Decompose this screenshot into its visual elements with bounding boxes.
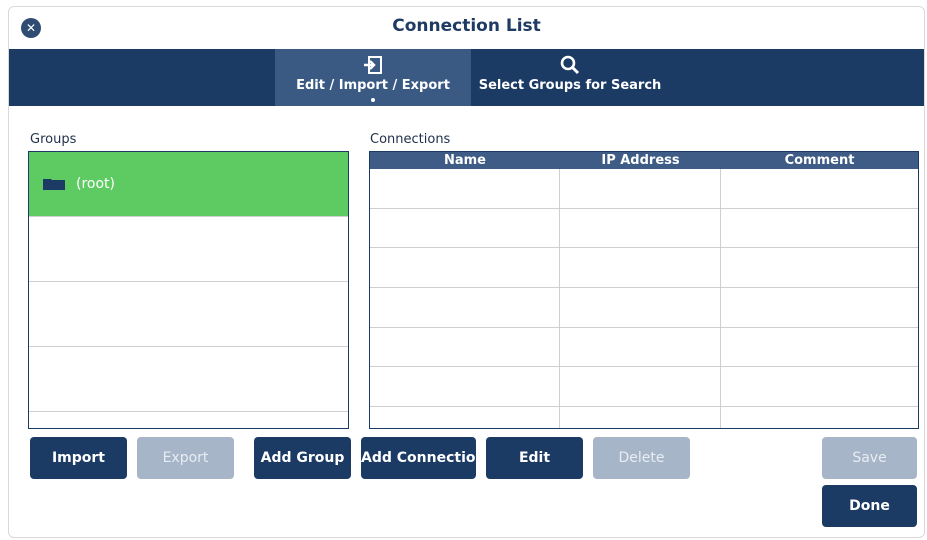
group-row[interactable]: [29, 347, 348, 412]
table-cell: [370, 327, 560, 367]
connections-label: Connections: [370, 132, 451, 147]
table-cell: [560, 367, 721, 407]
export-button[interactable]: Export: [137, 437, 234, 479]
connections-table[interactable]: Name IP Address Comment: [369, 151, 919, 429]
table-cell: [370, 208, 560, 248]
search-icon: [560, 55, 580, 75]
column-header-name[interactable]: Name: [370, 152, 560, 169]
table-cell: [560, 248, 721, 288]
table-cell: [721, 328, 918, 367]
table-cell: [721, 288, 918, 327]
table-cell: [560, 327, 721, 367]
table-cell: [560, 208, 721, 248]
table-cell: [370, 407, 560, 428]
table-cell: [370, 288, 560, 327]
table-cell: [560, 288, 721, 327]
table-header: Name IP Address Comment: [370, 152, 918, 169]
save-button[interactable]: Save: [822, 437, 917, 479]
table-cell: [370, 248, 560, 288]
done-button[interactable]: Done: [822, 485, 917, 527]
table-row[interactable]: [370, 248, 918, 289]
table-cell: [721, 248, 918, 287]
table-row[interactable]: [370, 327, 918, 368]
add-connection-button[interactable]: Add Connection: [361, 437, 485, 479]
table-cell: [560, 407, 721, 428]
groups-list[interactable]: (root): [28, 151, 349, 429]
delete-button[interactable]: Delete: [593, 437, 690, 479]
title-bar: ✕ Connection List: [9, 7, 924, 49]
table-cell: [721, 169, 918, 208]
table-row[interactable]: [370, 367, 918, 408]
table-cell: [370, 367, 560, 407]
folder-icon: [43, 179, 65, 190]
column-header-ip-address[interactable]: IP Address: [560, 152, 721, 169]
group-row[interactable]: [29, 217, 348, 282]
table-row[interactable]: [370, 208, 918, 249]
table-row[interactable]: [370, 407, 918, 428]
tab-select-groups-label: Select Groups for Search: [478, 78, 662, 93]
active-tab-indicator: [371, 98, 375, 102]
import-export-icon: [364, 56, 382, 74]
import-button[interactable]: Import: [30, 437, 127, 479]
column-header-comment[interactable]: Comment: [721, 152, 918, 169]
groups-label: Groups: [30, 132, 77, 147]
table-cell: [721, 407, 918, 428]
table-cell: [721, 367, 918, 406]
toolbar: Edit / Import / Export Select Groups for…: [9, 49, 924, 106]
window-title: Connection List: [392, 16, 541, 36]
table-cell: [721, 209, 918, 248]
tab-edit-import-export[interactable]: Edit / Import / Export: [275, 49, 471, 106]
edit-button[interactable]: Edit: [486, 437, 583, 479]
table-row[interactable]: [370, 169, 918, 209]
table-cell: [560, 169, 721, 208]
table-cell: [370, 169, 560, 208]
group-name: (root): [76, 176, 115, 192]
tab-edit-import-export-label: Edit / Import / Export: [296, 78, 450, 93]
group-row-root[interactable]: (root): [29, 152, 348, 217]
tab-select-groups-for-search[interactable]: Select Groups for Search: [471, 49, 669, 106]
connection-list-window: ✕ Connection List Edit / Import / Export…: [8, 6, 925, 538]
table-row[interactable]: [370, 288, 918, 328]
add-group-button[interactable]: Add Group: [254, 437, 351, 479]
group-row[interactable]: [29, 282, 348, 347]
